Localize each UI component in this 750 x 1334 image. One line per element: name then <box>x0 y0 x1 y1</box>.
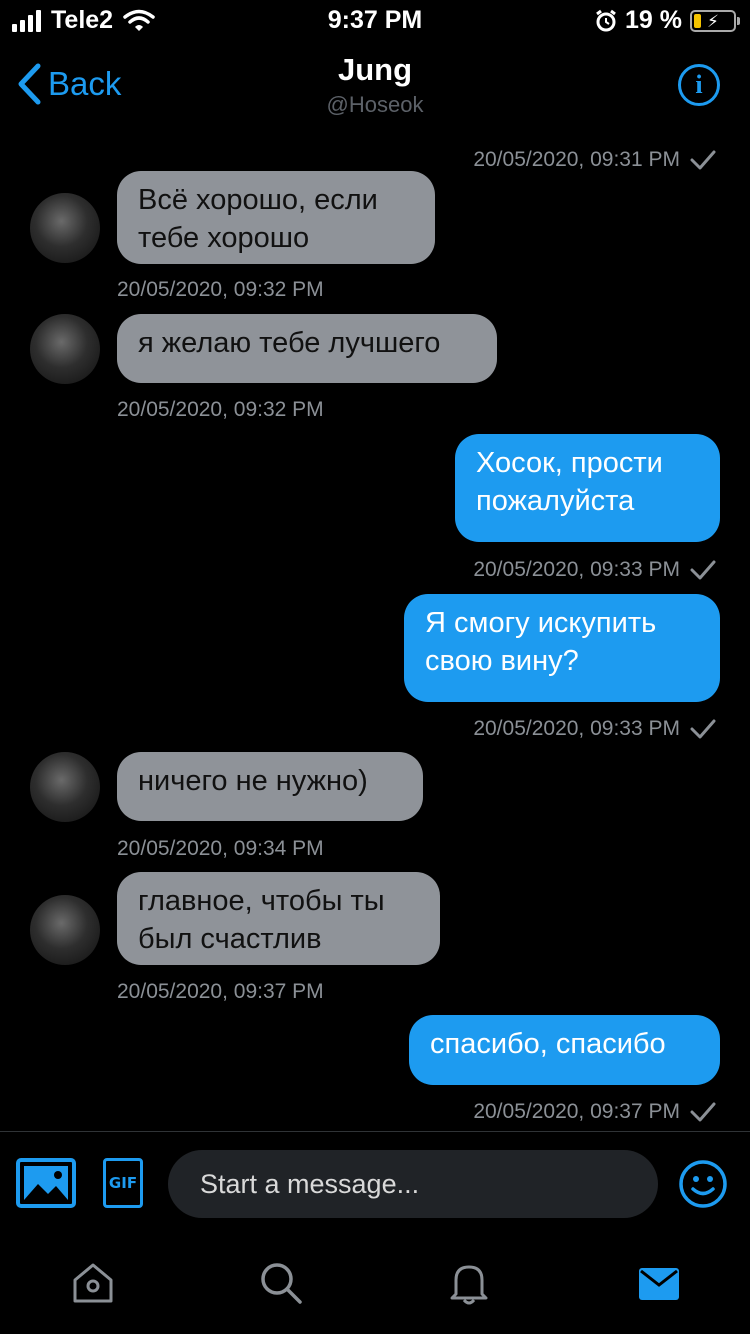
timestamp-text: 20/05/2020, 09:32 PM <box>117 278 324 301</box>
timestamp-text: 20/05/2020, 09:33 PM <box>473 558 680 581</box>
info-icon[interactable]: i <box>678 64 720 106</box>
message-input[interactable] <box>168 1150 658 1218</box>
message-bubble[interactable]: Хосок, прости пожалуйста <box>455 434 720 542</box>
avatar[interactable] <box>30 895 100 965</box>
battery-fill <box>694 13 701 28</box>
message-text-line: Хосок, прости <box>476 447 663 479</box>
avatar[interactable] <box>30 752 100 822</box>
conversation-header: Back Jung @Hoseok i <box>0 40 750 130</box>
notifications-icon[interactable] <box>446 1260 492 1306</box>
message-timestamp: 20/05/2020, 09:33 PM <box>473 717 716 741</box>
gif-label: GIF <box>108 1174 138 1192</box>
message-text-line: Всё хорошо, если <box>138 184 378 216</box>
read-check-icon <box>690 150 716 170</box>
emoji-icon[interactable] <box>678 1159 728 1209</box>
message-bubble[interactable]: спасибо, спасибо <box>409 1015 720 1085</box>
timestamp-text: 20/05/2020, 09:33 PM <box>473 717 680 740</box>
timestamp-text: 20/05/2020, 09:37 PM <box>117 980 324 1003</box>
message-timestamp: 20/05/2020, 09:37 PM <box>117 980 324 1004</box>
message-timestamp: 20/05/2020, 09:34 PM <box>117 837 324 861</box>
alarm-icon <box>596 9 616 31</box>
avatar[interactable] <box>30 193 100 263</box>
message-text-line: ничего не нужно) <box>138 765 368 797</box>
messages-icon[interactable] <box>636 1260 682 1306</box>
timestamp-text: 20/05/2020, 09:32 PM <box>117 398 324 421</box>
gif-button[interactable]: GIF <box>103 1158 143 1208</box>
message-composer: GIF <box>0 1132 750 1232</box>
charging-bolt-icon: ⚡ <box>707 11 719 31</box>
image-icon[interactable] <box>16 1158 76 1208</box>
status-right: 19 % ⚡ <box>595 6 740 35</box>
message-timestamp: 20/05/2020, 09:32 PM <box>117 278 324 302</box>
message-text-line: Я смогу искупить <box>425 607 657 639</box>
message-text-line: был счастлив <box>138 923 322 955</box>
search-icon[interactable] <box>258 1260 304 1306</box>
read-check-icon <box>690 1102 716 1122</box>
read-check-icon <box>690 719 716 739</box>
message-text-line: свою вину? <box>425 645 579 677</box>
timestamp-text: 20/05/2020, 09:37 PM <box>473 1100 680 1123</box>
message-text-line: я желаю тебе лучшего <box>138 327 441 359</box>
battery-nub <box>737 16 740 25</box>
message-timestamp: 20/05/2020, 09:31 PM <box>473 148 716 172</box>
message-timestamp: 20/05/2020, 09:33 PM <box>473 558 716 582</box>
message-list: 20/05/2020, 09:31 PM Всё хорошо, если тебе… <box>0 130 750 1130</box>
status-bar: Tele2 9:37 PM 19 % ⚡ <box>0 0 750 40</box>
battery-icon: ⚡ <box>690 9 740 32</box>
message-bubble[interactable]: Всё хорошо, если тебе хорошо <box>117 171 435 264</box>
message-text-line: главное, чтобы ты <box>138 885 385 917</box>
timestamp-text: 20/05/2020, 09:31 PM <box>473 148 680 171</box>
conversation-handle: @Hoseok <box>326 92 424 117</box>
battery-percent: 19 % <box>625 6 682 34</box>
message-timestamp: 20/05/2020, 09:37 PM <box>473 1100 716 1124</box>
message-bubble[interactable]: главное, чтобы ты был счастлив <box>117 872 440 965</box>
timestamp-text: 20/05/2020, 09:34 PM <box>117 837 324 860</box>
message-bubble[interactable]: ничего не нужно) <box>117 752 423 821</box>
message-text-line: спасибо, спасибо <box>430 1028 666 1060</box>
home-icon[interactable] <box>70 1260 116 1306</box>
message-bubble[interactable]: Я смогу искупить свою вину? <box>404 594 720 702</box>
tab-bar <box>0 1232 750 1334</box>
message-timestamp: 20/05/2020, 09:32 PM <box>117 398 324 422</box>
message-text-line: тебе хорошо <box>138 222 310 254</box>
message-text-line: пожалуйста <box>476 485 635 517</box>
conversation-title: Jung <box>337 52 413 87</box>
avatar[interactable] <box>30 314 100 384</box>
read-check-icon <box>690 560 716 580</box>
message-bubble[interactable]: я желаю тебе лучшего <box>117 314 497 383</box>
